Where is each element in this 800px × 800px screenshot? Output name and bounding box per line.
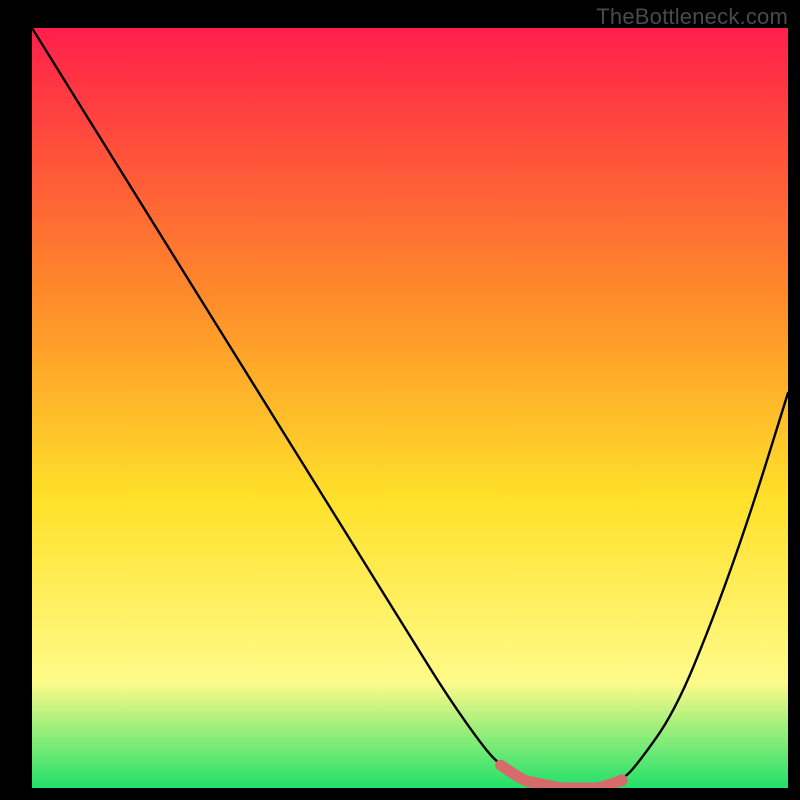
gradient-background: [32, 28, 788, 788]
chart-frame: TheBottleneck.com: [0, 0, 800, 800]
watermark-label: TheBottleneck.com: [596, 4, 788, 30]
bottleneck-chart: [32, 28, 788, 788]
optimal-range-end-dot: [616, 774, 628, 786]
plot-area: [32, 28, 788, 788]
